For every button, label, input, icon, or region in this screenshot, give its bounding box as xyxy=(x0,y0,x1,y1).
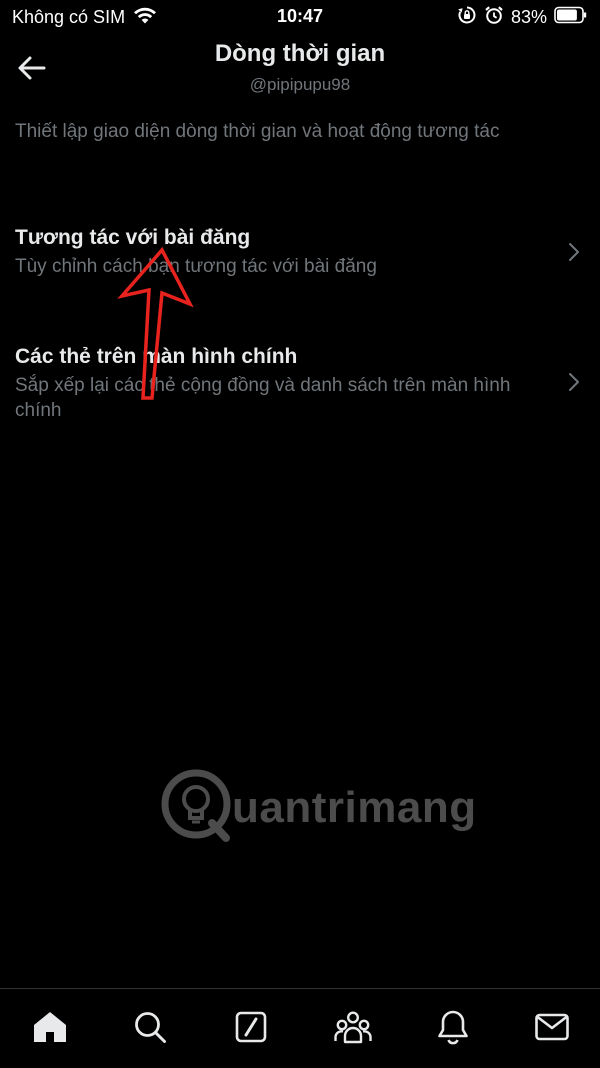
status-bar: Không có SIM 10:47 83% xyxy=(0,0,600,34)
status-right: 83% xyxy=(457,5,588,30)
header: Dòng thời gian @pipipupu98 xyxy=(0,34,600,104)
watermark: uantrimang xyxy=(160,768,477,848)
tab-home[interactable] xyxy=(30,1007,70,1047)
tab-search[interactable] xyxy=(130,1007,170,1047)
orientation-lock-icon xyxy=(457,5,477,30)
watermark-text: uantrimang xyxy=(232,783,477,832)
tab-communities[interactable] xyxy=(333,1007,373,1047)
notifications-icon xyxy=(438,1010,468,1045)
battery-percent: 83% xyxy=(510,7,547,27)
bottom-tab-bar xyxy=(0,988,600,1068)
chevron-right-icon xyxy=(569,373,579,391)
setting-row-home-tabs[interactable]: Các thẻ trên màn hình chính Sắp xếp lại … xyxy=(0,345,600,425)
page-description: Thiết lập giao diện dòng thời gian và ho… xyxy=(15,121,500,142)
setting-title: Tương tác với bài đăng xyxy=(15,226,251,249)
page-title: Dòng thời gian xyxy=(214,40,386,67)
lightbulb-logo-icon xyxy=(161,769,231,842)
annotation-arrow xyxy=(117,246,194,400)
tab-grok[interactable] xyxy=(231,1007,271,1047)
tab-notifications[interactable] xyxy=(433,1007,473,1047)
communities-icon xyxy=(334,1011,372,1044)
chevron-right-icon xyxy=(569,243,579,261)
search-icon xyxy=(135,1012,166,1043)
battery-icon xyxy=(554,6,588,29)
alarm-icon xyxy=(484,5,504,30)
account-handle: @pipipupu98 xyxy=(249,75,351,94)
grok-icon xyxy=(235,1011,267,1043)
setting-subtitle: Sắp xếp lại các thẻ cộng đồng và danh sá… xyxy=(15,375,511,421)
messages-icon xyxy=(535,1013,569,1041)
setting-title: Các thẻ trên màn hình chính xyxy=(15,345,298,368)
home-icon xyxy=(34,1012,66,1042)
setting-row-post-interaction[interactable]: Tương tác với bài đăng Tùy chỉnh cách bạ… xyxy=(0,226,600,290)
tab-messages[interactable] xyxy=(532,1007,572,1047)
setting-subtitle: Tùy chỉnh cách bạn tương tác với bài đăn… xyxy=(15,256,377,277)
